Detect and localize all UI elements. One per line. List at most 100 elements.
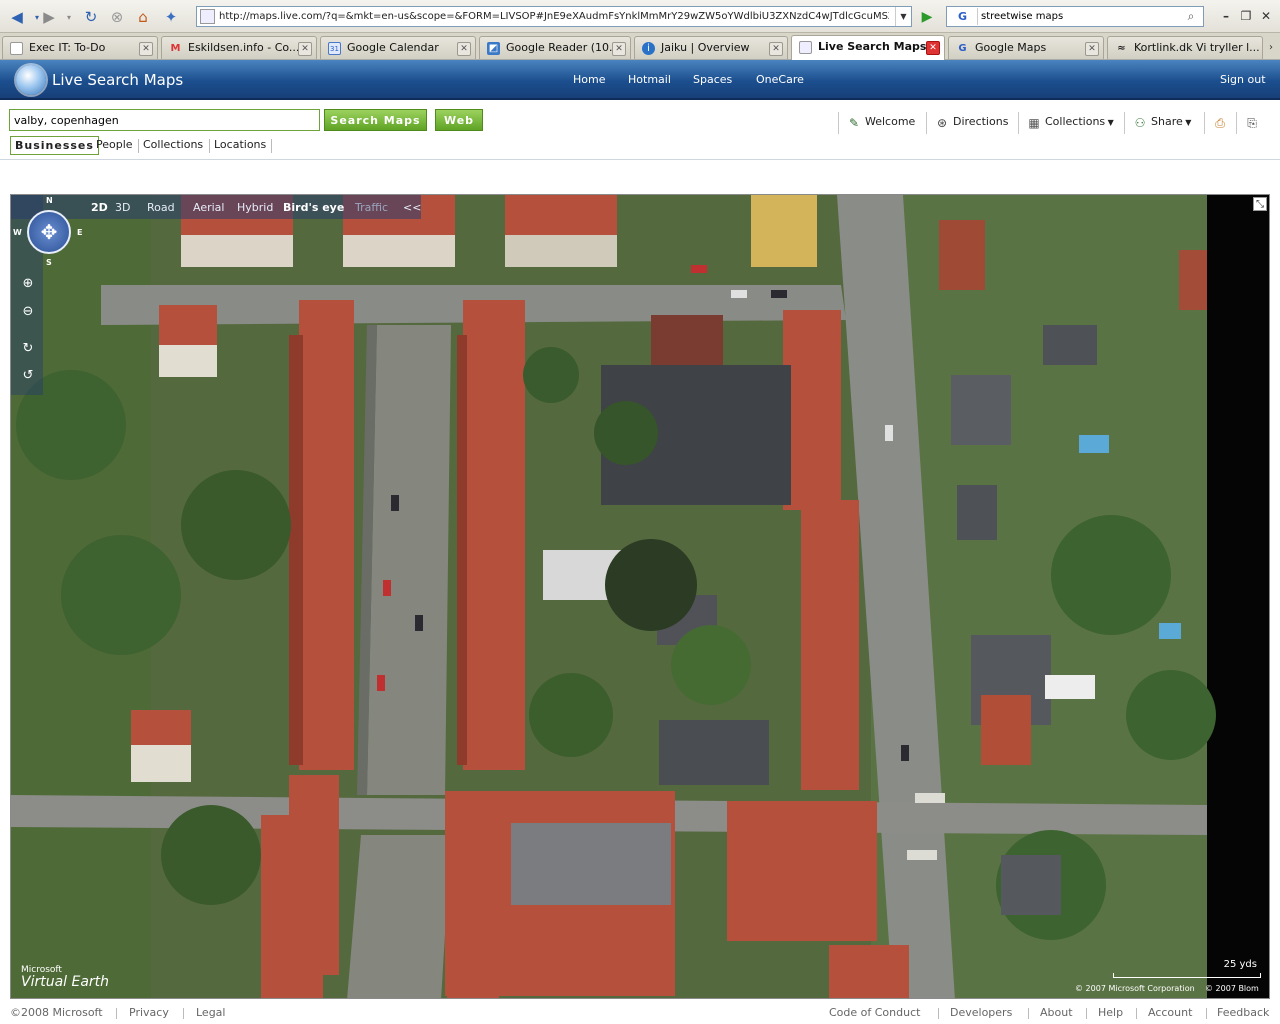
rotate-counterclockwise-icon[interactable]: ↺ xyxy=(20,367,36,383)
tab-label: Google Maps xyxy=(975,41,1047,54)
map-scale-bar xyxy=(1113,973,1261,978)
compass-north-label: N xyxy=(46,196,53,205)
divider xyxy=(1028,1008,1029,1019)
tab-label: Eskildsen.info - Co... xyxy=(188,41,300,54)
tab-scroll-icon[interactable]: › xyxy=(1264,38,1278,56)
footer-help-link[interactable]: Help xyxy=(1098,1006,1123,1019)
url-input[interactable] xyxy=(219,8,889,25)
share-button[interactable]: ⚇ Share ▼ xyxy=(1132,112,1193,134)
footer-code-of-conduct-link[interactable]: Code of Conduct xyxy=(829,1006,920,1019)
tab-google-reader[interactable]: ◩ Google Reader (10... ✕ xyxy=(479,36,631,59)
close-tab-icon[interactable]: ✕ xyxy=(1085,42,1099,56)
forward-icon[interactable]: ▶ xyxy=(38,6,60,28)
zoom-in-icon[interactable]: ⊕ xyxy=(20,275,36,291)
collapse-toolbar-button[interactable]: << xyxy=(403,201,421,214)
minimize-icon[interactable]: – xyxy=(1218,8,1234,24)
extension-icon[interactable]: ✦ xyxy=(160,6,182,28)
nav-hotmail[interactable]: Hotmail xyxy=(628,73,671,86)
search-panel: Search Maps Web Businesses People Collec… xyxy=(0,102,1280,160)
rotate-clockwise-icon[interactable]: ↻ xyxy=(20,340,36,356)
tab-live-search-maps[interactable]: Live Search Maps ✕ xyxy=(791,35,945,60)
site-title[interactable]: Live Search Maps xyxy=(52,71,183,89)
category-people[interactable]: People xyxy=(92,136,137,155)
compass-south-label: S xyxy=(46,258,52,267)
compass-east-label: E xyxy=(77,228,83,237)
restore-icon[interactable]: ❐ xyxy=(1238,8,1254,24)
send-page-icon: ⎙ xyxy=(1215,116,1225,130)
tab-label: Exec IT: To-Do xyxy=(29,41,106,54)
browser-search-box[interactable]: G ⌕ xyxy=(946,6,1204,27)
tab-exec-it[interactable]: Exec IT: To-Do ✕ xyxy=(2,36,158,59)
nav-spaces[interactable]: Spaces xyxy=(693,73,732,86)
tab-bar: Exec IT: To-Do ✕ M Eskildsen.info - Co..… xyxy=(0,33,1280,60)
close-tab-icon[interactable]: ✕ xyxy=(457,42,471,56)
view-aerial[interactable]: Aerial xyxy=(193,201,224,214)
close-tab-icon[interactable]: ✕ xyxy=(139,42,153,56)
search-engine-google-icon[interactable]: G xyxy=(948,8,978,25)
footer-legal-link[interactable]: Legal xyxy=(196,1006,225,1019)
map-search-input[interactable] xyxy=(9,109,320,131)
view-birds-eye[interactable]: Bird's eye xyxy=(283,201,344,214)
tab-jaiku[interactable]: i Jaiku | Overview ✕ xyxy=(634,36,788,59)
category-locations[interactable]: Locations xyxy=(210,136,270,155)
map-canvas[interactable]: 2D 3D Road Aerial Hybrid Bird's eye Traf… xyxy=(10,194,1270,999)
close-window-icon[interactable]: ✕ xyxy=(1258,8,1274,24)
send-button[interactable]: ⎙ xyxy=(1212,112,1233,134)
footer-developers-link[interactable]: Developers xyxy=(950,1006,1012,1019)
reload-icon[interactable]: ↻ xyxy=(80,6,102,28)
home-icon[interactable]: ⌂ xyxy=(132,6,154,28)
footer-account-link[interactable]: Account xyxy=(1148,1006,1192,1019)
nav-onecare[interactable]: OneCare xyxy=(756,73,804,86)
birds-eye-aerial-imagery[interactable] xyxy=(11,195,1270,999)
stop-icon[interactable]: ⊗ xyxy=(106,6,128,28)
view-traffic[interactable]: Traffic xyxy=(355,201,388,214)
footer-about-link[interactable]: About xyxy=(1040,1006,1073,1019)
close-tab-icon[interactable]: ✕ xyxy=(769,42,783,56)
category-collections[interactable]: Collections xyxy=(139,136,207,155)
tab-label: Google Reader (10... xyxy=(506,41,620,54)
print-button[interactable]: ⎘ xyxy=(1244,112,1265,134)
footer-feedback-link[interactable]: Feedback xyxy=(1217,1006,1269,1019)
compass-pan-control[interactable]: ✥ xyxy=(27,210,71,254)
collections-button[interactable]: ▦ Collections ▼ xyxy=(1026,112,1116,134)
go-icon[interactable]: ▶ xyxy=(916,6,938,27)
map-copyright-microsoft: © 2007 Microsoft Corporation xyxy=(1075,984,1195,993)
browser-search-input[interactable] xyxy=(981,8,1177,25)
expand-map-icon[interactable]: ⤡ xyxy=(1253,197,1267,211)
forward-dropdown-icon[interactable]: ▾ xyxy=(58,6,80,28)
tab-google-maps[interactable]: G Google Maps ✕ xyxy=(948,36,1104,59)
search-icon[interactable]: ⌕ xyxy=(1180,8,1202,25)
back-icon[interactable]: ◀ xyxy=(6,6,28,28)
tab-eskildsen[interactable]: M Eskildsen.info - Co... ✕ xyxy=(161,36,317,59)
tab-label: Google Calendar xyxy=(347,41,439,54)
reader-icon: ◩ xyxy=(487,42,500,55)
url-dropdown-icon[interactable]: ▼ xyxy=(895,7,911,26)
google-icon: G xyxy=(958,43,967,54)
site-header: Live Search Maps Home Hotmail Spaces One… xyxy=(0,60,1280,100)
page-icon xyxy=(10,42,23,55)
view-road[interactable]: Road xyxy=(147,201,175,214)
category-businesses[interactable]: Businesses xyxy=(10,136,99,155)
tab-google-calendar[interactable]: 31 Google Calendar ✕ xyxy=(320,36,476,59)
sign-out-link[interactable]: Sign out xyxy=(1220,73,1266,86)
divider xyxy=(271,139,272,153)
divider xyxy=(1204,112,1205,134)
view-hybrid[interactable]: Hybrid xyxy=(237,201,273,214)
search-maps-button[interactable]: Search Maps xyxy=(324,109,427,131)
close-tab-icon[interactable]: ✕ xyxy=(926,41,940,55)
welcome-button[interactable]: ✎ Welcome xyxy=(846,112,917,134)
directions-button[interactable]: ⊛ Directions xyxy=(934,112,1010,134)
view-3d[interactable]: 3D xyxy=(115,201,130,214)
nav-home[interactable]: Home xyxy=(573,73,605,86)
tab-kortlink[interactable]: ≈ Kortlink.dk Vi tryller l... xyxy=(1107,36,1263,59)
zoom-out-icon[interactable]: ⊖ xyxy=(20,303,36,319)
footer-privacy-link[interactable]: Privacy xyxy=(129,1006,169,1019)
windows-live-logo-icon[interactable] xyxy=(16,65,46,95)
divider xyxy=(1206,1008,1207,1019)
close-tab-icon[interactable]: ✕ xyxy=(612,42,626,56)
web-search-button[interactable]: Web xyxy=(435,109,483,131)
view-2d[interactable]: 2D xyxy=(91,201,108,214)
print-icon: ⎘ xyxy=(1247,116,1257,130)
address-bar[interactable]: ▼ xyxy=(196,6,912,27)
close-tab-icon[interactable]: ✕ xyxy=(298,42,312,56)
